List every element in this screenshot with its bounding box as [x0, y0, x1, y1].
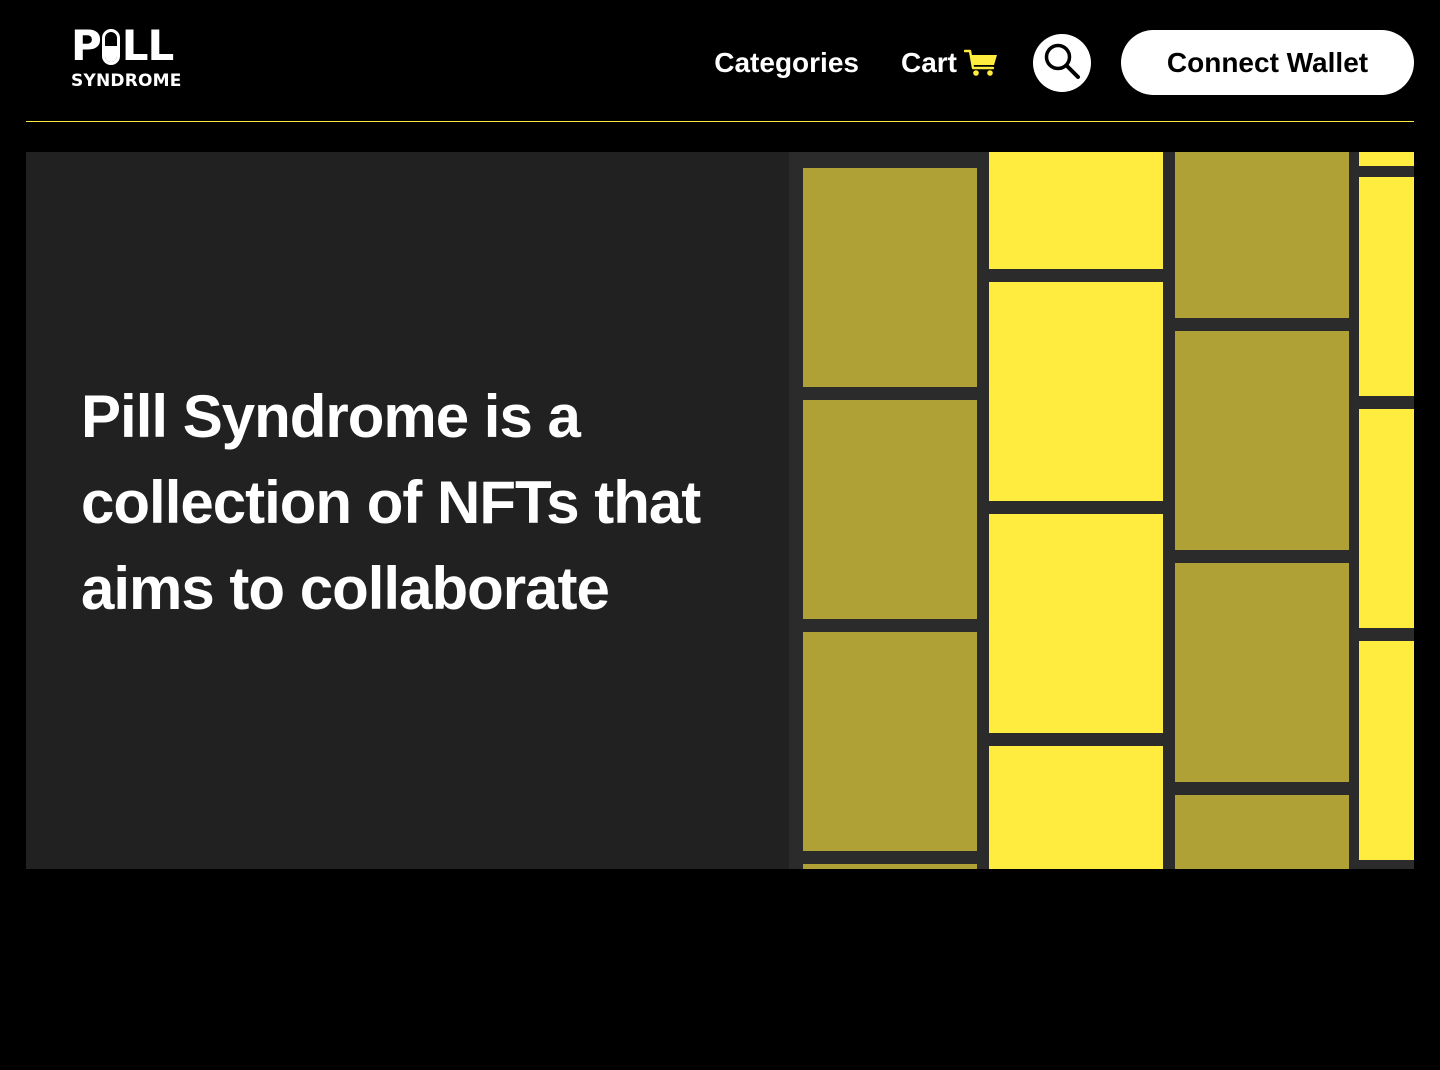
nft-tile[interactable] [989, 746, 1163, 869]
nft-tile[interactable] [1175, 795, 1349, 869]
nft-mosaic [789, 152, 1414, 869]
logo-letter-p: P [71, 21, 102, 70]
nft-tile[interactable] [989, 152, 1163, 269]
search-icon [1043, 42, 1081, 84]
header-divider [26, 121, 1414, 122]
pill-icon [101, 29, 120, 65]
nft-tile[interactable] [989, 514, 1163, 733]
logo-subtitle: SYNDROME [71, 71, 182, 91]
nav-categories-link[interactable]: Categories [714, 47, 859, 79]
nav-cart-link[interactable]: Cart [901, 47, 998, 79]
nft-tile[interactable] [803, 168, 977, 387]
cart-icon [963, 48, 998, 78]
logo-wordmark: P LL [71, 21, 175, 70]
connect-wallet-button[interactable]: Connect Wallet [1121, 30, 1414, 95]
nft-tile[interactable] [1359, 177, 1414, 396]
page: P LL SYNDROME Categories Cart Connect Wa… [0, 0, 1440, 1070]
nft-tile[interactable] [1175, 331, 1349, 550]
nft-tile[interactable] [803, 400, 977, 619]
logo-letters-ll: LL [121, 21, 175, 70]
main-nav: Categories Cart Connect Wallet [714, 30, 1414, 95]
hero-section: Pill Syndrome is a collection of NFTs th… [26, 152, 1414, 869]
nft-tile[interactable] [1359, 409, 1414, 628]
nft-tile[interactable] [1359, 641, 1414, 860]
hero-headline: Pill Syndrome is a collection of NFTs th… [81, 383, 701, 622]
site-header: P LL SYNDROME Categories Cart Connect Wa… [0, 0, 1440, 122]
search-button[interactable] [1033, 33, 1091, 92]
nft-tile[interactable] [1175, 152, 1349, 318]
nft-tile[interactable] [803, 632, 977, 851]
nft-tile[interactable] [1359, 152, 1414, 166]
nav-cart-label: Cart [900, 46, 957, 78]
nft-tile[interactable] [803, 864, 977, 869]
nft-tile[interactable] [1175, 563, 1349, 782]
nft-tile[interactable] [989, 282, 1163, 501]
logo[interactable]: P LL SYNDROME [71, 21, 186, 93]
